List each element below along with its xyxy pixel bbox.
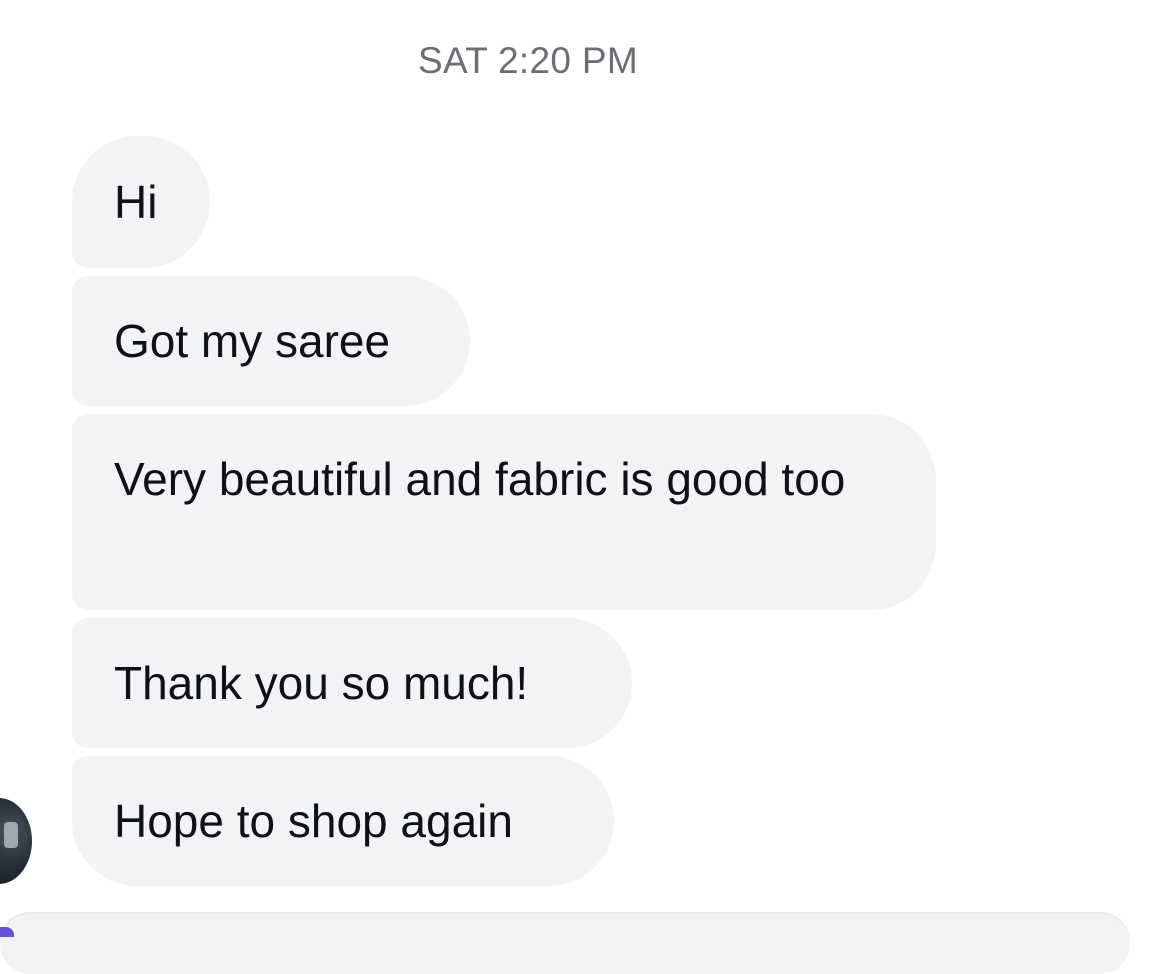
conversation-timestamp: SAT 2:20 PM: [418, 40, 638, 81]
message-bubble[interactable]: Thank you so much!: [72, 618, 632, 748]
message-bubble[interactable]: Hi: [72, 136, 210, 268]
avatar-photo-detail: [4, 822, 18, 848]
message-text: Hope to shop again: [114, 795, 513, 847]
message-text: Very beautiful and fabric is good too: [114, 453, 846, 505]
message-bubble[interactable]: Very beautiful and fabric is good too: [72, 414, 936, 610]
message-text: Got my saree: [114, 315, 391, 367]
message-text: Thank you so much!: [114, 657, 529, 709]
message-text: Hi: [114, 176, 158, 228]
message-bubble[interactable]: Hope to shop again: [72, 756, 614, 886]
sender-avatar[interactable]: [0, 798, 32, 884]
message-composer[interactable]: [0, 912, 1130, 974]
message-bubble[interactable]: Got my saree: [72, 276, 470, 406]
